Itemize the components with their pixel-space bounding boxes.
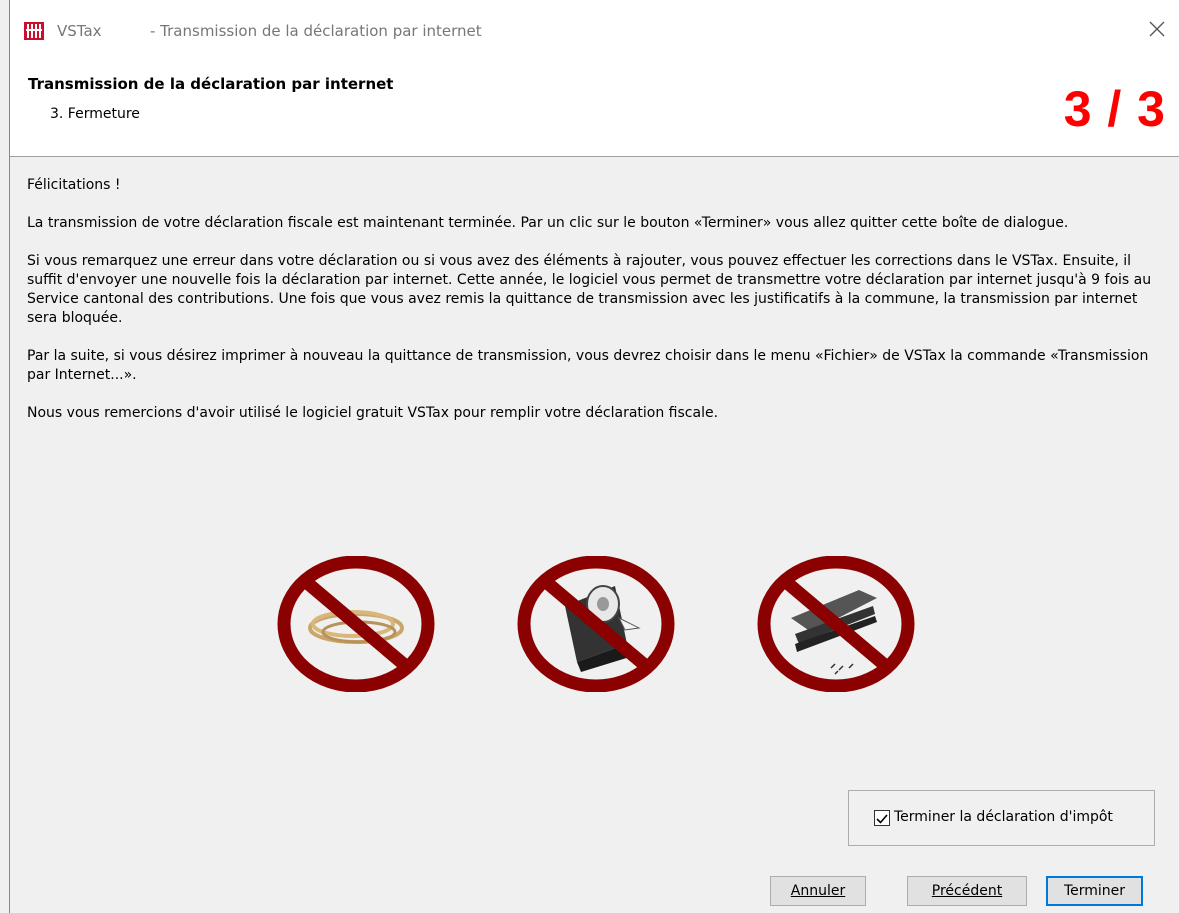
forbidden-items-illustration xyxy=(275,556,925,692)
paragraph-finished: La transmission de votre déclaration fis… xyxy=(27,215,1069,231)
no-tape-icon xyxy=(517,556,675,692)
cancel-button-label: Annuler xyxy=(790,883,846,899)
paragraph-congrats: Félicitations ! xyxy=(27,177,121,193)
previous-button-label: Précédent xyxy=(931,883,1003,899)
no-stapler-icon xyxy=(757,556,915,692)
paragraph-thanks: Nous vous remercions d'avoir utilisé le … xyxy=(27,405,719,421)
step-counter: 3 / 3 xyxy=(1063,81,1166,137)
paragraph-reprint: Par la suite, si vous désirez imprimer à… xyxy=(27,348,1149,383)
title-bar: VSTax - Transmission de la déclaration p… xyxy=(10,0,1179,62)
vstax-app-icon xyxy=(24,22,44,40)
checkmark-icon xyxy=(876,814,888,824)
finish-button-label: Terminer xyxy=(1063,883,1126,899)
finish-declaration-label[interactable]: Terminer la déclaration d'impôt xyxy=(894,809,1113,825)
finish-button[interactable]: Terminer xyxy=(1046,876,1143,906)
close-icon[interactable] xyxy=(1146,18,1168,40)
finish-declaration-group: Terminer la déclaration d'impôt xyxy=(848,790,1155,846)
paragraph-corrections: Si vous remarquez une erreur dans votre … xyxy=(27,253,1152,326)
window-title: - Transmission de la déclaration par int… xyxy=(150,22,482,40)
message-body: Félicitations ! La transmission de votre… xyxy=(27,176,1167,442)
wizard-title: Transmission de la déclaration par inter… xyxy=(28,75,394,93)
wizard-step-name: 3. Fermeture xyxy=(50,106,140,122)
window-app-name: VSTax xyxy=(57,22,102,40)
previous-button[interactable]: Précédent xyxy=(907,876,1027,906)
no-rubber-bands-icon xyxy=(277,556,435,692)
finish-declaration-checkbox[interactable] xyxy=(874,810,890,826)
dialog-window: VSTax - Transmission de la déclaration p… xyxy=(9,0,1179,913)
cancel-button[interactable]: Annuler xyxy=(770,876,866,906)
wizard-header: Transmission de la déclaration par inter… xyxy=(10,62,1179,157)
